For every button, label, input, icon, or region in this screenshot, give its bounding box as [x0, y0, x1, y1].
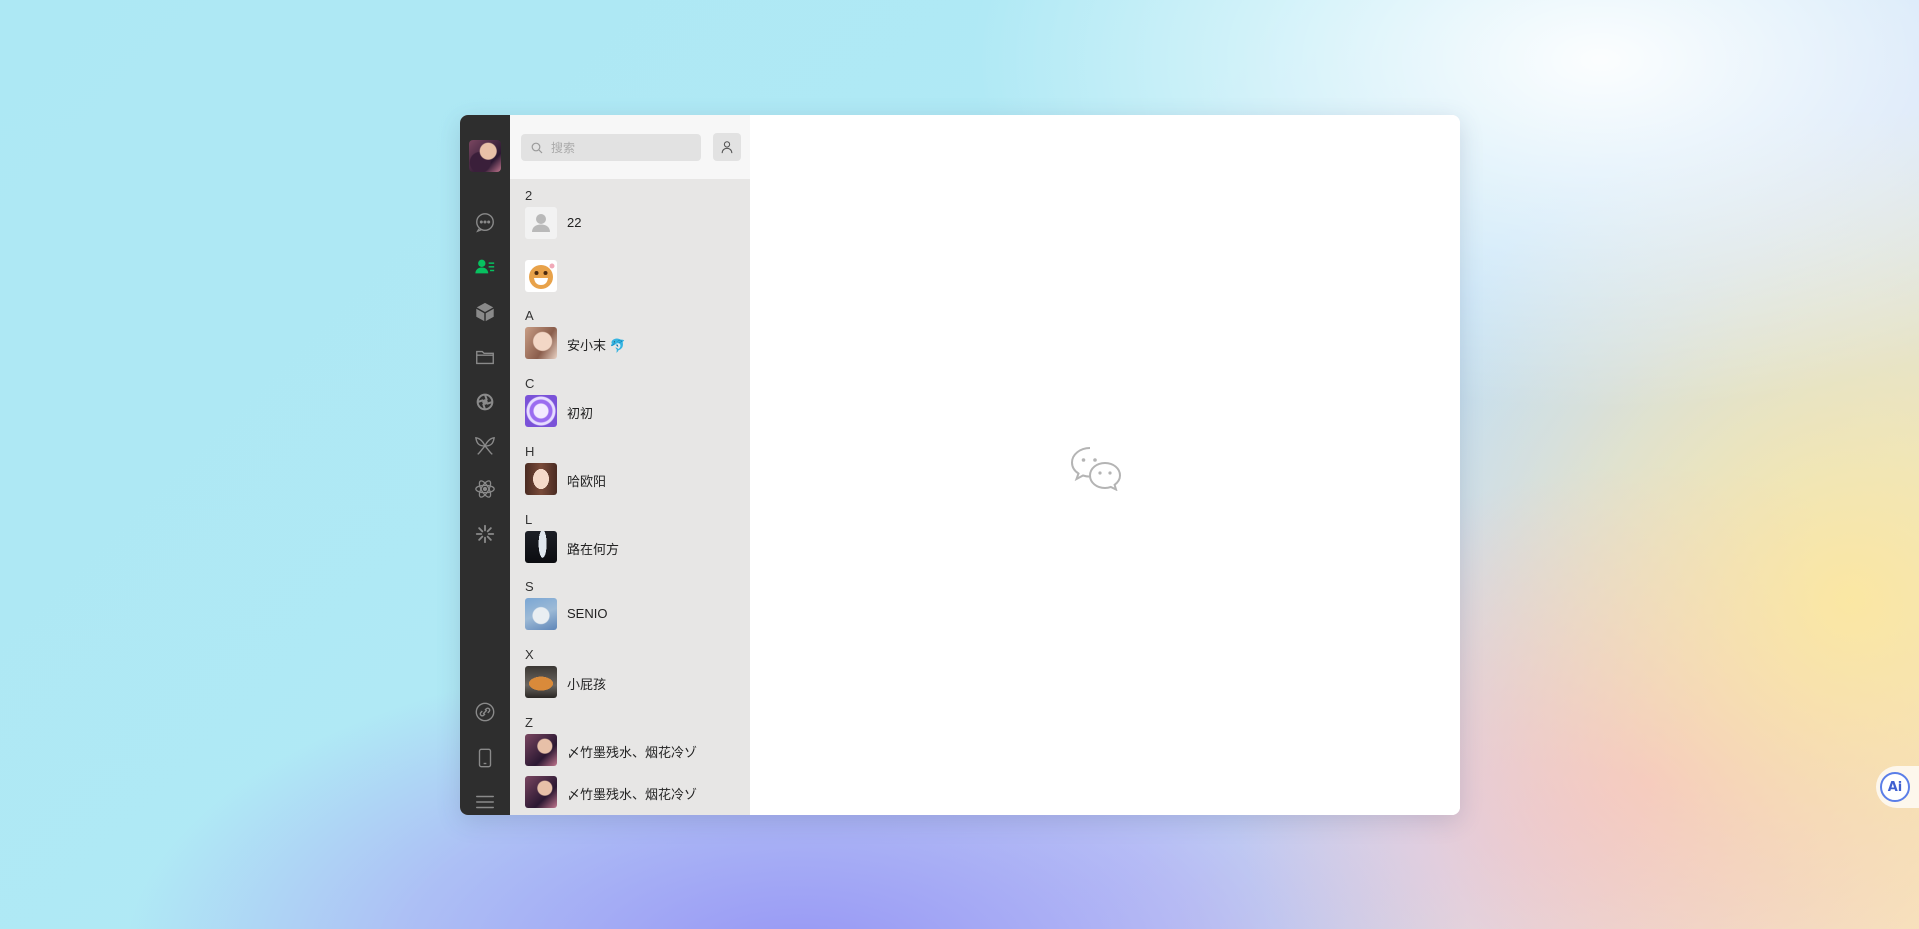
search-input[interactable] — [549, 139, 693, 156]
contact-list-panel: 2 22 A 安小末 🐬 C 初初 — [510, 115, 750, 815]
sidebar-rail — [460, 115, 510, 815]
folder-icon[interactable] — [473, 345, 497, 369]
avatar — [525, 734, 557, 766]
group-letter: H — [525, 444, 535, 459]
list-item[interactable]: SENIO — [510, 597, 750, 631]
add-contact-button[interactable] — [713, 133, 741, 161]
contact-name: 小屁孩 — [567, 677, 607, 692]
contact-name: 〆竹墨残水、烟花冷ゾ — [567, 787, 698, 802]
atom-icon[interactable] — [473, 477, 497, 501]
avatar — [525, 207, 557, 239]
contact-name: 〆竹墨残水、烟花冷ゾ — [567, 745, 698, 760]
list-item[interactable]: 22 — [510, 206, 750, 240]
butterfly-icon[interactable] — [473, 434, 497, 458]
my-avatar[interactable] — [469, 140, 501, 172]
group-letter: A — [525, 308, 534, 323]
chat-area — [750, 115, 1460, 815]
search-icon — [531, 142, 543, 153]
search-box[interactable] — [521, 134, 701, 161]
contact-name: 哈欧阳 — [567, 474, 607, 489]
menu-icon[interactable] — [473, 790, 497, 814]
group-letter: C — [525, 376, 535, 391]
group-letter: X — [525, 647, 534, 662]
spark-icon[interactable] — [473, 522, 497, 546]
chat-icon[interactable] — [473, 210, 497, 234]
phone-icon[interactable] — [473, 746, 497, 770]
list-item[interactable]: 〆竹墨残水、烟花冷ゾ — [510, 733, 750, 767]
contact-name: 22 — [567, 215, 582, 230]
box-icon[interactable] — [473, 300, 497, 324]
wechat-logo-icon — [1070, 447, 1122, 491]
contact-name: SENIO — [567, 606, 608, 621]
ai-assistant-button[interactable]: Ai — [1876, 766, 1919, 808]
group-letter: Z — [525, 715, 533, 730]
avatar — [525, 463, 557, 495]
group-letter: L — [525, 512, 533, 527]
list-item[interactable]: 初初 — [510, 394, 750, 428]
contact-name: 初初 — [567, 406, 594, 421]
list-header — [510, 115, 750, 179]
avatar — [525, 598, 557, 630]
avatar — [525, 666, 557, 698]
avatar — [525, 531, 557, 563]
group-letter: S — [525, 579, 534, 594]
list-item[interactable]: 〆竹墨残水、烟花冷ゾ — [510, 775, 750, 809]
moments-icon[interactable] — [473, 390, 497, 414]
list-item[interactable]: 路在何方 — [510, 530, 750, 564]
contact-name: 安小末 🐬 — [567, 338, 626, 353]
ai-label: Ai — [1880, 772, 1910, 802]
link-icon[interactable] — [473, 700, 497, 724]
avatar — [525, 327, 557, 359]
person-icon — [721, 141, 733, 154]
avatar — [525, 260, 557, 292]
wechat-window: 2 22 A 安小末 🐬 C 初初 — [460, 115, 1460, 815]
contacts-icon[interactable] — [473, 255, 497, 279]
contact-name: 路在何方 — [567, 542, 620, 557]
list-item[interactable]: 小屁孩 — [510, 665, 750, 699]
list-item[interactable] — [510, 259, 750, 293]
avatar — [525, 395, 557, 427]
list-item[interactable]: 哈欧阳 — [510, 462, 750, 496]
list-item[interactable]: 安小末 🐬 — [510, 326, 750, 360]
group-letter: 2 — [525, 188, 533, 203]
avatar — [525, 776, 557, 808]
